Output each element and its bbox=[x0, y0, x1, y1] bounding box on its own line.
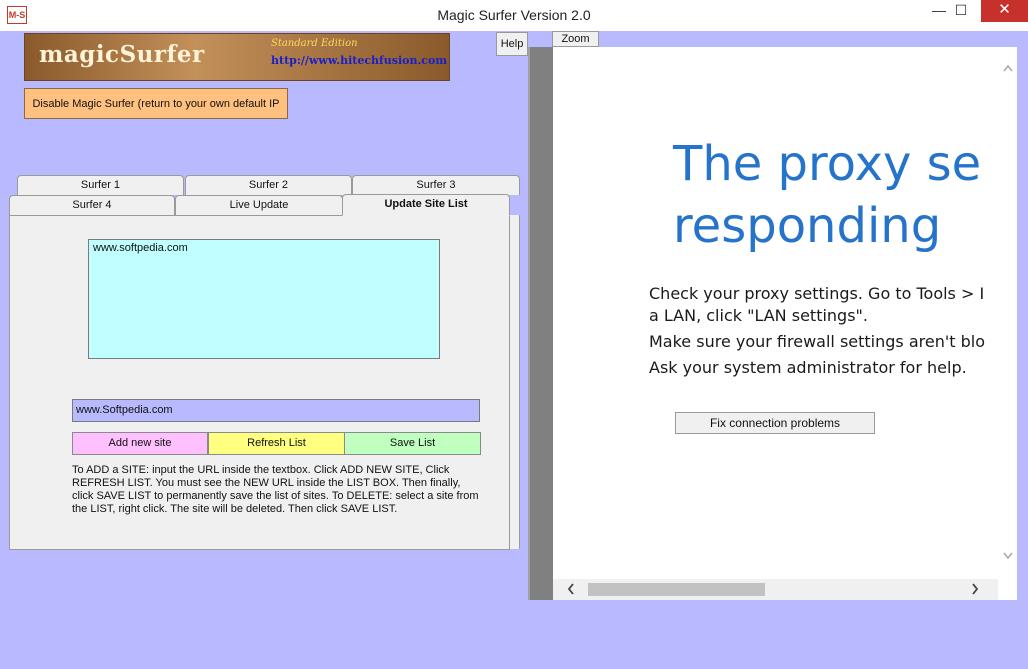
error-messages: Check your proxy settings. Go to Tools >… bbox=[649, 283, 985, 383]
close-button[interactable]: ✕ bbox=[981, 0, 1028, 22]
tab-surfer-2[interactable]: Surfer 2 bbox=[185, 175, 352, 195]
logo-banner: magicSurfer Standard Edition http://www.… bbox=[24, 33, 450, 81]
refresh-list-button[interactable]: Refresh List bbox=[208, 432, 345, 455]
maximize-button[interactable]: ☐ bbox=[945, 0, 977, 22]
vertical-scrollbar[interactable] bbox=[998, 47, 1017, 579]
chevron-up-icon[interactable] bbox=[998, 60, 1017, 76]
horizontal-scroll-thumb[interactable] bbox=[588, 583, 765, 596]
chevron-left-icon[interactable] bbox=[566, 579, 576, 602]
site-list-box[interactable]: www.softpedia.com bbox=[88, 239, 440, 359]
tab-update-site-list[interactable]: Update Site List bbox=[342, 194, 510, 216]
logo-name: magicSurfer bbox=[39, 41, 205, 68]
error-message-3: Ask your system administrator for help. bbox=[649, 358, 967, 377]
tab-surfer-1[interactable]: Surfer 1 bbox=[17, 175, 184, 195]
error-message-2: Make sure your firewall settings aren't … bbox=[649, 332, 985, 351]
add-new-site-button[interactable]: Add new site bbox=[72, 432, 208, 455]
error-message-1: Check your proxy settings. Go to Tools >… bbox=[649, 283, 985, 327]
logo-url: http://www.hitechfusion.com bbox=[271, 54, 447, 67]
url-input[interactable]: www.Softpedia.com bbox=[72, 399, 480, 422]
error-message-1-line-1: Check your proxy settings. Go to Tools >… bbox=[649, 284, 985, 303]
zoom-button[interactable]: Zoom bbox=[552, 31, 599, 47]
error-message-1-line-2: a LAN, click "LAN settings". bbox=[649, 306, 868, 325]
browser-frame-edge bbox=[528, 47, 553, 600]
error-title-line-2: responding bbox=[673, 198, 942, 254]
error-title: The proxy se responding bbox=[673, 133, 981, 257]
help-button[interactable]: Help bbox=[496, 32, 528, 56]
tab-surfer-3[interactable]: Surfer 3 bbox=[352, 175, 520, 195]
window-title: Magic Surfer Version 2.0 bbox=[437, 7, 591, 23]
save-list-button[interactable]: Save List bbox=[344, 432, 481, 455]
tab-surfer-4[interactable]: Surfer 4 bbox=[9, 195, 175, 215]
disable-magic-surfer-button[interactable]: Disable Magic Surfer (return to your own… bbox=[24, 88, 288, 119]
logo-edition: Standard Edition bbox=[271, 38, 358, 49]
fix-connection-problems-button[interactable]: Fix connection problems bbox=[675, 412, 875, 434]
instructions-text: To ADD a SITE: input the URL inside the … bbox=[72, 464, 479, 515]
chevron-right-icon[interactable] bbox=[970, 579, 980, 602]
list-item[interactable]: www.softpedia.com bbox=[93, 242, 435, 254]
tab-live-update[interactable]: Live Update bbox=[175, 195, 343, 215]
tab-panel-edge bbox=[510, 215, 520, 549]
chevron-down-icon[interactable] bbox=[998, 548, 1017, 564]
error-title-line-1: The proxy se bbox=[673, 136, 982, 192]
